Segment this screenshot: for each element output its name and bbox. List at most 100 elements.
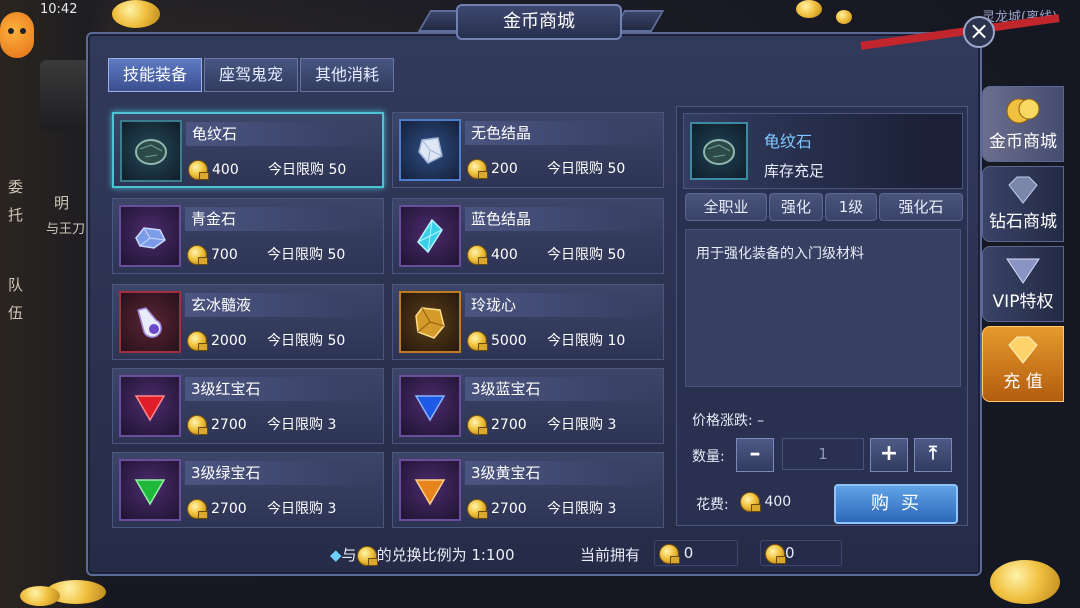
dark-stone-icon	[135, 139, 167, 165]
buy-button[interactable]: 购买	[834, 484, 958, 524]
decrease-quantity-button[interactable]: –	[736, 438, 774, 472]
bg-text: 明	[54, 194, 70, 212]
side-nav-recharge[interactable]: 充 值	[982, 326, 1064, 402]
tab-consumables[interactable]: 其他消耗	[300, 58, 395, 92]
bg-text: 伍	[8, 304, 24, 322]
side-nav-label: 金币商城	[989, 132, 1057, 152]
bg-text: 委	[8, 178, 24, 196]
coin-icon	[188, 160, 209, 180]
item-limit: 今日限购 50	[267, 333, 346, 349]
amber-heart-icon	[415, 307, 445, 339]
rate-text: 的兑换比例为 1:100	[376, 546, 515, 564]
item-name: 玲珑心	[465, 293, 655, 317]
item-icon-frame	[119, 205, 181, 267]
item-limit: 今日限购 50	[268, 162, 347, 178]
price-row: 200 今日限购 50	[467, 157, 657, 181]
side-nav-label: 钻石商城	[989, 212, 1057, 232]
owned-coins-value: 0	[683, 544, 694, 562]
item-card[interactable]: 青金石 700 今日限购 50	[112, 198, 384, 274]
gold-coins-icon	[1003, 95, 1043, 125]
coin-icon	[187, 331, 208, 351]
price-row: 5000 今日限购 10	[467, 329, 657, 353]
item-name: 蓝色结晶	[465, 207, 655, 231]
gold-coin-decoration	[796, 0, 822, 18]
item-name: 3级红宝石	[185, 377, 375, 401]
item-name: 无色结晶	[465, 121, 655, 145]
item-card[interactable]: 龟纹石 400 今日限购 50	[112, 112, 384, 188]
item-icon-frame	[119, 459, 181, 521]
side-nav-label: 充 值	[1003, 372, 1043, 392]
item-card[interactable]: 3级绿宝石 2700 今日限购 3	[112, 452, 384, 528]
max-quantity-button[interactable]: ⤒	[914, 438, 952, 472]
item-price: 2000	[211, 333, 247, 349]
item-price: 2700	[491, 501, 527, 517]
item-name: 3级黄宝石	[465, 461, 655, 485]
character-avatar[interactable]	[40, 60, 90, 130]
quantity-input[interactable]: 1	[782, 438, 864, 470]
item-limit: 今日限购 50	[547, 161, 626, 177]
diamond-icon	[1003, 335, 1043, 365]
coin-icon	[467, 159, 488, 179]
bg-text: 托	[8, 206, 24, 224]
item-price: 400	[212, 162, 239, 178]
item-icon-frame	[399, 205, 461, 267]
increase-quantity-button[interactable]: +	[870, 438, 908, 472]
item-limit: 今日限购 50	[267, 247, 346, 263]
item-card[interactable]: 玲珑心 5000 今日限购 10	[392, 284, 664, 360]
side-nav-vip[interactable]: VIP特权	[982, 246, 1064, 322]
tab-mounts-pets[interactable]: 座驾鬼宠	[204, 58, 299, 92]
treasure-chest-icon	[990, 560, 1060, 604]
coin-icon	[467, 245, 488, 265]
coin-icon	[356, 545, 378, 566]
item-card[interactable]: 3级红宝石 2700 今日限购 3	[112, 368, 384, 444]
item-card[interactable]: 无色结晶 200 今日限购 50	[392, 112, 664, 188]
item-price: 2700	[211, 417, 247, 433]
coin-icon	[187, 245, 208, 265]
side-nav-gold-shop[interactable]: 金币商城	[982, 86, 1064, 162]
item-price: 5000	[491, 333, 527, 349]
tag: 1级	[825, 193, 877, 221]
owned-bound-coins: 0	[760, 540, 842, 566]
price-row: 2700 今日限购 3	[467, 497, 657, 521]
item-card[interactable]: 3级蓝宝石 2700 今日限购 3	[392, 368, 664, 444]
close-button[interactable]: ×	[963, 16, 995, 48]
owned-bound-value: 0	[785, 544, 795, 562]
tag: 强化	[769, 193, 823, 221]
owned-coins: 0	[654, 540, 738, 566]
side-nav-diamond-shop[interactable]: 钻石商城	[982, 166, 1064, 242]
gold-coin-decoration	[112, 0, 160, 28]
pet-avatar[interactable]	[0, 12, 34, 58]
item-name: 3级绿宝石	[185, 461, 375, 485]
item-icon-frame	[119, 375, 181, 437]
tag: 全职业	[685, 193, 767, 221]
tag: 强化石	[879, 193, 963, 221]
coin-icon	[467, 415, 488, 435]
item-price: 400	[491, 247, 518, 263]
cost-label: 花费:	[696, 497, 729, 513]
vip-badge-icon	[1003, 255, 1043, 285]
item-card[interactable]: 蓝色结晶 400 今日限购 50	[392, 198, 664, 274]
item-icon-frame	[690, 122, 748, 180]
item-icon-frame	[120, 120, 182, 182]
rate-prefix: 与	[341, 546, 357, 564]
window-title: 金币商城	[456, 4, 622, 40]
price-change: 价格涨跌: –	[692, 413, 765, 429]
blue-crystal-icon	[417, 218, 443, 254]
tab-skill-equipment[interactable]: 技能装备	[108, 58, 203, 92]
clock: 10:42	[40, 2, 78, 17]
item-card[interactable]: 玄冰髓液 2000 今日限购 50	[112, 284, 384, 360]
item-price: 2700	[491, 417, 527, 433]
item-name: 龟纹石	[186, 122, 376, 146]
diamond-icon	[1003, 175, 1043, 205]
price-row: 700 今日限购 50	[187, 243, 377, 267]
item-limit: 今日限购 50	[547, 247, 626, 263]
item-tags: 全职业 强化 1级 强化石	[685, 193, 963, 223]
price-row: 2700 今日限购 3	[467, 413, 657, 437]
coin-icon	[467, 499, 488, 519]
item-card[interactable]: 3级黄宝石 2700 今日限购 3	[392, 452, 664, 528]
item-limit: 今日限购 3	[267, 417, 337, 433]
item-grid: 龟纹石 400 今日限购 50 无色结晶 200 今日限购 50 青金石 700 今日…	[112, 112, 666, 530]
item-limit: 今日限购 10	[547, 333, 626, 349]
detail-header: 龟纹石 库存充足	[683, 113, 963, 189]
coin-icon	[187, 499, 208, 519]
